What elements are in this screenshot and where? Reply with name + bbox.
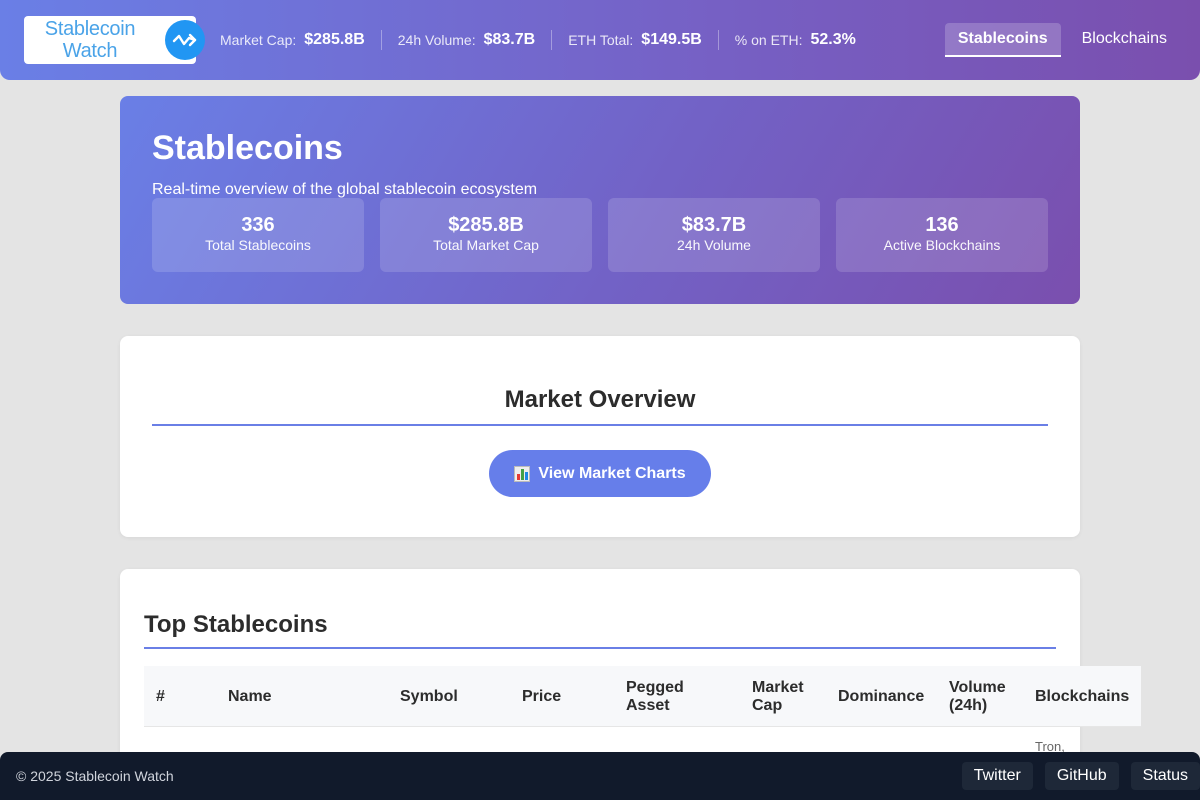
logo-text-line1: Stablecoin [44,18,136,40]
stat-volume: 24h Volume: $83.7B [382,30,553,50]
stat-label: 24h Volume: [397,32,476,48]
stat-eth-percent: % on ETH: 52.3% [719,30,872,50]
copyright-text: © 2025 Stablecoin Watch [16,768,174,784]
stat-value: $83.7B [483,31,536,48]
stat-label: % on ETH: [734,32,803,48]
stat-value: $285.8B [304,31,365,48]
summary-label: Total Market Cap [433,237,539,253]
view-market-charts-label: View Market Charts [538,464,686,482]
footer: © 2025 Stablecoin Watch Twitter GitHub S… [0,752,1200,800]
top-nav-bar: Stablecoin Watch Market Cap: $285.8B 24h… [0,0,1200,80]
market-overview-panel: Market Overview View Market Charts [120,336,1080,537]
summary-card-market-cap: $285.8B Total Market Cap [380,198,592,272]
summary-cards: 336 Total Stablecoins $285.8B Total Mark… [152,198,1048,272]
summary-value: 136 [925,214,959,236]
nav-stablecoins[interactable]: Stablecoins [944,23,1061,57]
top-stablecoins-title: Top Stablecoins [144,611,1056,649]
column-header-pegged-asset[interactable]: Pegged Asset [626,666,696,727]
column-header-symbol[interactable]: Symbol [400,666,458,727]
column-header-dominance[interactable]: Dominance [838,666,924,727]
column-header-rank[interactable]: # [156,666,165,727]
stat-market-cap: Market Cap: $285.8B [204,30,382,50]
nav-blockchains[interactable]: Blockchains [1069,23,1180,57]
footer-link-github[interactable]: GitHub [1044,762,1119,790]
stat-label: Market Cap: [220,32,297,48]
stat-label: ETH Total: [568,32,634,48]
summary-value: $83.7B [681,214,747,236]
page-subtitle: Real-time overview of the global stablec… [152,181,538,198]
market-overview-title: Market Overview [152,386,1048,426]
column-header-volume[interactable]: Volume (24h) [949,666,1013,727]
column-header-price[interactable]: Price [522,666,561,727]
table-header: # Name Symbol Price Pegged Asset Market … [144,666,1141,727]
footer-link-twitter[interactable]: Twitter [961,762,1033,790]
trend-arrow-icon [165,20,205,60]
global-stats: Market Cap: $285.8B 24h Volume: $83.7B E… [204,0,872,80]
summary-value: 336 [241,214,275,236]
page-title: Stablecoins [152,129,343,167]
stat-value: $149.5B [641,31,702,48]
logo-text-line2: Watch [62,40,118,62]
summary-label: Total Stablecoins [205,237,311,253]
summary-card-volume: $83.7B 24h Volume [608,198,820,272]
site-logo[interactable]: Stablecoin Watch [24,16,205,64]
summary-card-blockchains: 136 Active Blockchains [836,198,1048,272]
hero-section: Stablecoins Real-time overview of the gl… [120,96,1080,304]
column-header-blockchains[interactable]: Blockchains [1035,666,1129,727]
view-market-charts-button[interactable]: View Market Charts [489,450,711,497]
logo-text: Stablecoin Watch [37,18,143,62]
bar-chart-icon [514,465,531,482]
main-nav: Stablecoins Blockchains [937,23,1180,57]
summary-card-total-stablecoins: 336 Total Stablecoins [152,198,364,272]
footer-links: Twitter GitHub Status [950,762,1200,790]
column-header-name[interactable]: Name [228,666,272,727]
stat-value: 52.3% [810,31,856,48]
summary-label: Active Blockchains [883,237,1001,253]
stat-eth-total: ETH Total: $149.5B [552,30,719,50]
column-header-market-cap[interactable]: Market Cap [752,666,812,727]
summary-value: $285.8B [448,214,524,236]
footer-link-status[interactable]: Status [1130,762,1200,790]
summary-label: 24h Volume [677,237,751,253]
